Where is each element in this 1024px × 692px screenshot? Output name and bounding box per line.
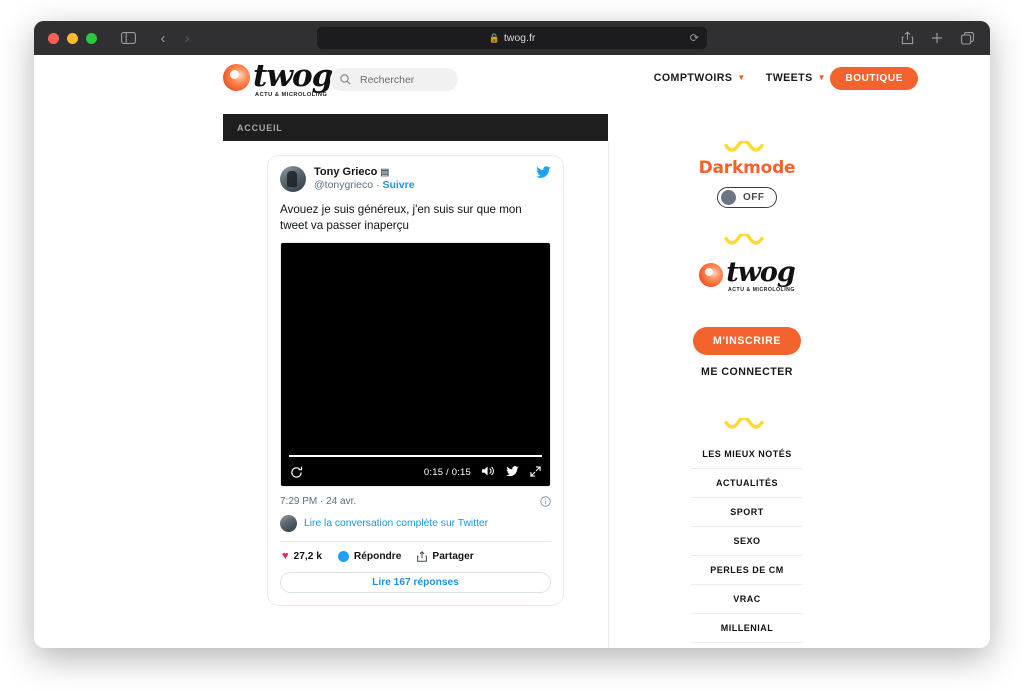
video-controls: 0:15 / 0:15 xyxy=(281,459,550,486)
share-icon xyxy=(417,551,428,562)
twog-page: twog ACTU & MICROLOLING Rechercher COMPT… xyxy=(34,55,990,648)
close-window-button[interactable] xyxy=(48,32,59,44)
page-viewport: twog ACTU & MICROLOLING Rechercher COMPT… xyxy=(34,55,990,648)
twitter-bird-icon[interactable] xyxy=(536,166,551,184)
squiggle-divider-icon xyxy=(724,234,764,245)
tweet-meta-row: 7:29 PM · 24 avr. xyxy=(280,496,551,507)
maximize-window-button[interactable] xyxy=(86,32,97,44)
chevron-down-icon: ▼ xyxy=(737,73,746,82)
avatar[interactable] xyxy=(280,166,306,192)
browser-toolbar: ‹ › 🔒 twog.fr ⟳ xyxy=(34,21,990,55)
search-input[interactable]: Rechercher xyxy=(330,68,458,91)
toolbar-actions[interactable] xyxy=(894,21,980,55)
twitter-bird-icon[interactable] xyxy=(506,464,519,482)
twog-logo-mark-icon xyxy=(223,64,250,91)
tweet-handle[interactable]: @tonygrieco xyxy=(314,179,373,191)
search-placeholder: Rechercher xyxy=(360,73,415,86)
author-name-text: Tony Grieco xyxy=(314,166,378,178)
sidebar-toggle-icon[interactable] xyxy=(115,26,141,50)
category-menu: LES MIEUX NOTÉS ACTUALITÉS SPORT SEXO PE… xyxy=(691,418,803,643)
lock-icon: 🔒 xyxy=(488,32,500,43)
author-badge-icon: ▤ xyxy=(380,166,390,178)
breadcrumb: ACCUEIL xyxy=(237,122,283,133)
menu-item-vrac[interactable]: VRAC xyxy=(691,585,803,614)
toggle-knob xyxy=(721,190,736,205)
login-link[interactable]: ME CONNECTER xyxy=(691,366,803,378)
tab-overview-icon[interactable] xyxy=(954,26,980,50)
toggle-state-label: OFF xyxy=(743,192,765,203)
plus-icon[interactable] xyxy=(924,26,950,50)
reply-action[interactable]: Répondre xyxy=(337,551,402,562)
tweet-author-name[interactable]: Tony Grieco ▤ xyxy=(314,166,536,178)
main-navigation: COMPTWOIRS ▼ TWEETS ▼ xyxy=(654,55,826,101)
browser-window: ‹ › 🔒 twog.fr ⟳ twog ACTU & MICROLOLING … xyxy=(34,21,990,648)
tweet-handle-row: @tonygrieco · Suivre xyxy=(314,179,536,191)
volume-icon[interactable] xyxy=(482,464,495,482)
tweet-timestamp: 7:29 PM · 24 avr. xyxy=(280,496,357,507)
menu-item-les-mieux-notes[interactable]: LES MIEUX NOTÉS xyxy=(691,440,803,469)
site-logo[interactable]: twog ACTU & MICROLOLING xyxy=(223,58,333,98)
screenshot-root: ‹ › 🔒 twog.fr ⟳ twog ACTU & MICROLOLING … xyxy=(0,0,1024,692)
darkmode-title: Darkmode xyxy=(698,158,796,178)
menu-item-sport[interactable]: SPORT xyxy=(691,498,803,527)
logo-tagline: ACTU & MICROLOLING xyxy=(728,287,795,293)
boutique-button[interactable]: BOUTIQUE xyxy=(830,67,918,90)
menu-item-millenial[interactable]: MILLENIAL xyxy=(691,614,803,643)
address-bar[interactable]: 🔒 twog.fr ⟳ xyxy=(317,27,707,49)
darkmode-toggle[interactable]: OFF xyxy=(717,187,777,208)
squiggle-divider-icon xyxy=(724,141,764,152)
heart-icon: ♥ xyxy=(282,550,289,562)
forward-button[interactable]: › xyxy=(175,30,199,47)
like-action[interactable]: ♥ 27,2 k xyxy=(282,550,322,563)
conversation-link[interactable]: Lire la conversation complète sur Twitte… xyxy=(304,518,488,529)
nav-item-tweets[interactable]: TWEETS ▼ xyxy=(766,72,826,84)
tweet-header: Tony Grieco ▤ @tonygrieco · Suivre xyxy=(280,166,551,192)
squiggle-divider-icon xyxy=(724,418,764,429)
twog-logo-mark-icon xyxy=(699,263,724,287)
navigation-buttons[interactable]: ‹ › xyxy=(151,30,199,47)
logo-tagline: ACTU & MICROLOLING xyxy=(255,92,328,98)
back-button[interactable]: ‹ xyxy=(151,30,175,47)
minimize-window-button[interactable] xyxy=(67,32,78,44)
video-progress-bar[interactable] xyxy=(289,455,542,457)
avatar xyxy=(280,515,297,532)
reply-icon xyxy=(337,551,349,562)
tweet-text: Avouez je suis généreux, j'en suis sur q… xyxy=(280,203,522,232)
chevron-down-icon: ▼ xyxy=(817,73,826,82)
read-replies-button[interactable]: Lire 167 réponses xyxy=(280,572,551,593)
video-time-display: 0:15 / 0:15 xyxy=(423,467,471,478)
url-text: twog.fr xyxy=(503,32,536,44)
tweet-conversation-row[interactable]: Lire la conversation complète sur Twitte… xyxy=(280,515,551,532)
menu-item-sexo[interactable]: SEXO xyxy=(691,527,803,556)
expand-icon[interactable] xyxy=(530,464,541,482)
reload-icon[interactable]: ⟳ xyxy=(690,32,699,45)
separator: · xyxy=(376,179,380,191)
info-icon[interactable] xyxy=(540,496,551,507)
nav-item-comptwoirs[interactable]: COMPTWOIRS ▼ xyxy=(654,72,746,84)
logo-wordmark: twog xyxy=(253,58,333,94)
search-icon xyxy=(340,74,351,85)
nav-label: COMPTWOIRS xyxy=(653,72,733,84)
tweet-actions: ♥ 27,2 k Répondre Partager xyxy=(280,551,551,562)
replay-icon[interactable] xyxy=(290,466,303,479)
site-header: twog ACTU & MICROLOLING Rechercher COMPT… xyxy=(34,55,990,101)
share-icon[interactable] xyxy=(894,26,920,50)
tweet-video-player[interactable]: 0:15 / 0:15 xyxy=(280,242,551,487)
share-label: Partager xyxy=(432,551,474,562)
sidebar-logo[interactable]: twog ACTU & MICROLOLING xyxy=(691,234,803,293)
tweet-card: Tony Grieco ▤ @tonygrieco · Suivre Avoue… xyxy=(267,155,564,606)
menu-item-perles-de-cm[interactable]: PERLES DE CM xyxy=(691,556,803,585)
nav-label: TWEETS xyxy=(765,72,813,84)
window-controls[interactable] xyxy=(48,32,97,44)
like-count: 27,2 k xyxy=(293,551,322,562)
signup-button[interactable]: M'INSCRIRE xyxy=(693,327,801,355)
accueil-bar: ACCUEIL xyxy=(223,114,608,141)
right-sidebar: Darkmode OFF twog ACTU & MICROLOLING M'I… xyxy=(608,141,990,643)
follow-link[interactable]: Suivre xyxy=(382,179,414,191)
share-action[interactable]: Partager xyxy=(417,551,474,562)
reply-label: Répondre xyxy=(353,551,402,562)
logo-wordmark: twog xyxy=(726,257,796,288)
menu-item-actualites[interactable]: ACTUALITÉS xyxy=(691,469,803,498)
divider xyxy=(280,541,551,542)
